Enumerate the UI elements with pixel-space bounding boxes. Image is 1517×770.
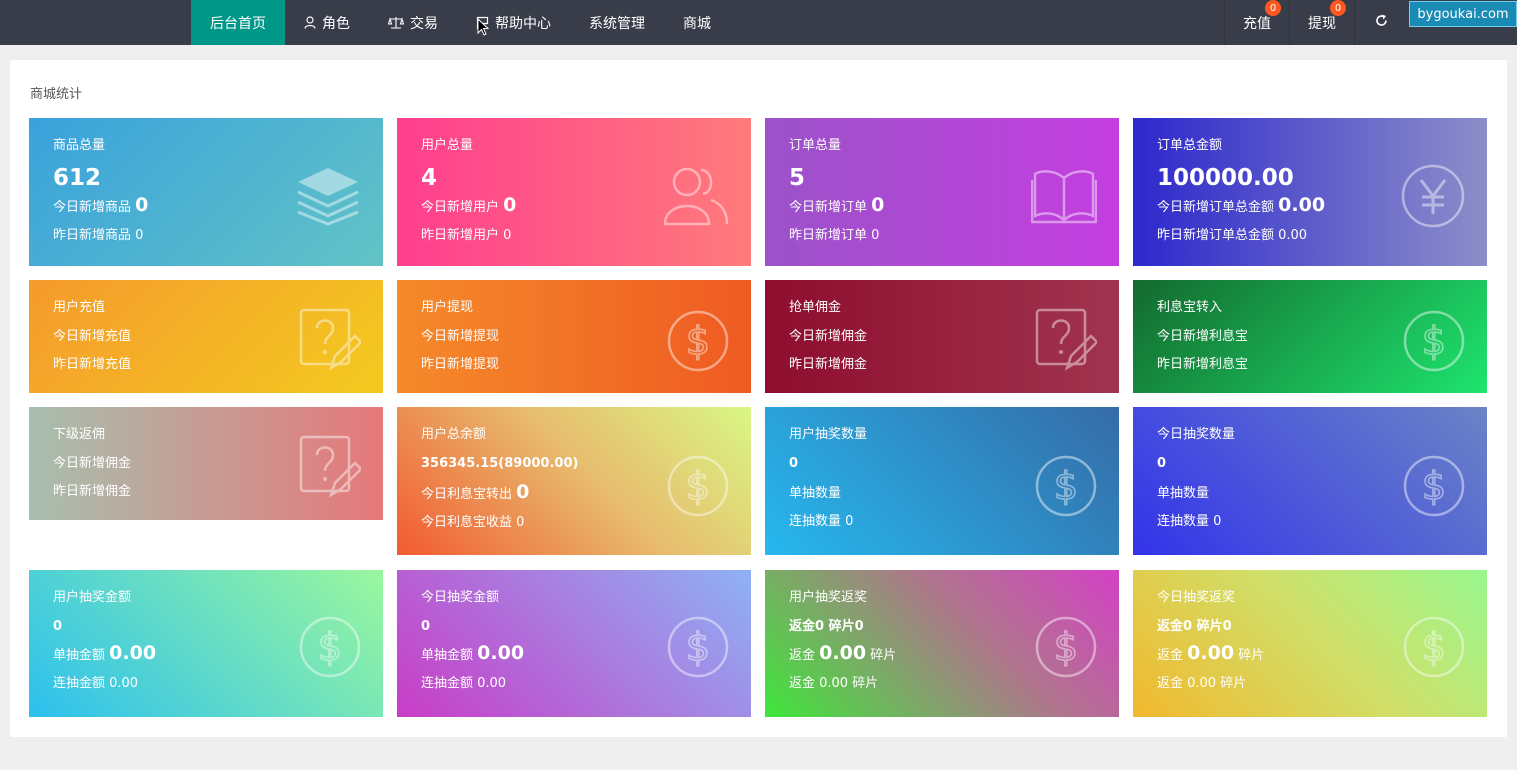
watermark-badge: bygoukai.com <box>1409 1 1517 27</box>
nav-system-label: 系统管理 <box>589 15 645 32</box>
card-title: 用户总余额 <box>421 427 487 442</box>
stat-card-sub-rebate[interactable]: 下级返佣 今日新增佣金 昨日新增佣金 <box>29 407 383 520</box>
main-nav: 后台首页 角色 交易 帮助中心 系统管理 商城 <box>191 0 730 45</box>
card-title: 今日抽奖数量 <box>1157 427 1236 442</box>
refresh-button[interactable] <box>1354 0 1408 45</box>
svg-text:$: $ <box>686 464 710 508</box>
question-edit-icon <box>1035 308 1099 376</box>
question-edit-icon <box>299 435 363 503</box>
dollar-icon: $ <box>1403 616 1465 682</box>
stat-card-orders[interactable]: 订单总量 5 今日新增订单 0 昨日新增订单 0 <box>765 118 1119 266</box>
nav-role[interactable]: 角色 <box>285 0 369 45</box>
nav-trade-label: 交易 <box>410 15 438 32</box>
nav-home[interactable]: 后台首页 <box>191 0 285 45</box>
card-title: 用户抽奖金额 <box>53 590 132 605</box>
withdraw-button[interactable]: 提现 0 <box>1289 0 1354 45</box>
top-navbar: 后台首页 角色 交易 帮助中心 系统管理 商城 充值 0 提现 0 bygouk… <box>0 0 1517 45</box>
svg-text:$: $ <box>1422 625 1446 669</box>
stats-panel: 商城统计 商品总量 612 今日新增商品 0 昨日新增商品 0 用户总量 4 今… <box>10 60 1507 737</box>
stat-card-recharge[interactable]: 用户充值 今日新增充值 昨日新增充值 <box>29 280 383 393</box>
nav-home-label: 后台首页 <box>210 15 266 32</box>
card-title: 今日抽奖返奖 <box>1157 590 1236 605</box>
nav-help[interactable]: 帮助中心 <box>457 0 570 45</box>
card-title: 今日抽奖金额 <box>421 590 500 605</box>
nav-right-group: 充值 0 提现 0 <box>1224 0 1408 45</box>
card-title: 订单总量 <box>789 138 842 153</box>
svg-text:$: $ <box>686 319 710 363</box>
dollar-icon: $ <box>667 310 729 376</box>
nav-system[interactable]: 系统管理 <box>570 0 664 45</box>
nav-help-label: 帮助中心 <box>495 15 551 32</box>
dollar-icon: $ <box>1035 455 1097 521</box>
user-icon <box>304 16 316 29</box>
stat-card-lottery-return[interactable]: 用户抽奖返奖 返金0 碎片0 返金 0.00 碎片 返金 0.00 碎片 $ <box>765 570 1119 717</box>
dollar-icon: $ <box>667 455 729 521</box>
svg-text:$: $ <box>1422 319 1446 363</box>
nav-trade[interactable]: 交易 <box>369 0 457 45</box>
stat-card-today-lottery-amount[interactable]: 今日抽奖金额 0 单抽金额 0.00 连抽金额 0.00 $ <box>397 570 751 717</box>
stat-card-goods[interactable]: 商品总量 612 今日新增商品 0 昨日新增商品 0 <box>29 118 383 266</box>
card-title: 商品总量 <box>53 138 106 153</box>
book-icon <box>1030 168 1098 228</box>
svg-text:$: $ <box>1054 464 1078 508</box>
withdraw-label: 提现 <box>1308 15 1336 32</box>
svg-text:$: $ <box>686 625 710 669</box>
recharge-button[interactable]: 充值 0 <box>1224 0 1289 45</box>
svg-text:$: $ <box>1422 464 1446 508</box>
yen-icon <box>1401 164 1465 232</box>
dollar-icon: $ <box>1403 310 1465 376</box>
dollar-icon: $ <box>1035 616 1097 682</box>
layers-icon <box>295 164 361 230</box>
stat-card-users[interactable]: 用户总量 4 今日新增用户 0 昨日新增用户 0 <box>397 118 751 266</box>
stat-card-today-lottery-return[interactable]: 今日抽奖返奖 返金0 碎片0 返金 0.00 碎片 返金 0.00 碎片 $ <box>1133 570 1487 717</box>
scale-icon <box>388 16 404 29</box>
card-title: 订单总金额 <box>1157 138 1223 153</box>
stat-card-order-amount[interactable]: 订单总金额 100000.00 今日新增订单总金额 0.00 昨日新增订单总金额… <box>1133 118 1487 266</box>
panel-title: 商城统计 <box>30 87 83 102</box>
refresh-icon <box>1375 14 1388 31</box>
stat-card-commission[interactable]: 抢单佣金 今日新增佣金 昨日新增佣金 <box>765 280 1119 393</box>
card-title: 用户总量 <box>421 138 474 153</box>
nav-mall[interactable]: 商城 <box>664 0 730 45</box>
stat-card-lottery-count[interactable]: 用户抽奖数量 0 单抽数量 连抽数量 0 $ <box>765 407 1119 555</box>
withdraw-badge: 0 <box>1330 0 1346 16</box>
stat-card-balance[interactable]: 用户总余额 356345.15(89000.00) 今日利息宝转出 0 今日利息… <box>397 407 751 555</box>
question-edit-icon <box>299 308 363 376</box>
stat-card-interest-in[interactable]: 利息宝转入 今日新增利息宝 昨日新增利息宝 $ <box>1133 280 1487 393</box>
dollar-icon: $ <box>299 616 361 682</box>
users-icon <box>663 164 729 230</box>
card-title: 用户抽奖返奖 <box>789 590 868 605</box>
recharge-badge: 0 <box>1265 0 1281 16</box>
card-line2: 昨日新增订单 0 <box>789 228 880 243</box>
svg-text:$: $ <box>318 625 342 669</box>
stat-card-today-lottery-count[interactable]: 今日抽奖数量 0 单抽数量 连抽数量 0 $ <box>1133 407 1487 555</box>
dollar-icon: $ <box>1403 455 1465 521</box>
svg-text:$: $ <box>1054 625 1078 669</box>
nav-role-label: 角色 <box>322 15 350 32</box>
dollar-icon: $ <box>667 616 729 682</box>
nav-mall-label: 商城 <box>683 15 711 32</box>
recharge-label: 充值 <box>1243 15 1271 32</box>
stat-card-lottery-amount[interactable]: 用户抽奖金额 0 单抽金额 0.00 连抽金额 0.00 $ <box>29 570 383 717</box>
mouse-cursor-icon <box>477 18 489 36</box>
card-title: 用户抽奖数量 <box>789 427 868 442</box>
stat-card-withdraw[interactable]: 用户提现 今日新增提现 昨日新增提现 $ <box>397 280 751 393</box>
